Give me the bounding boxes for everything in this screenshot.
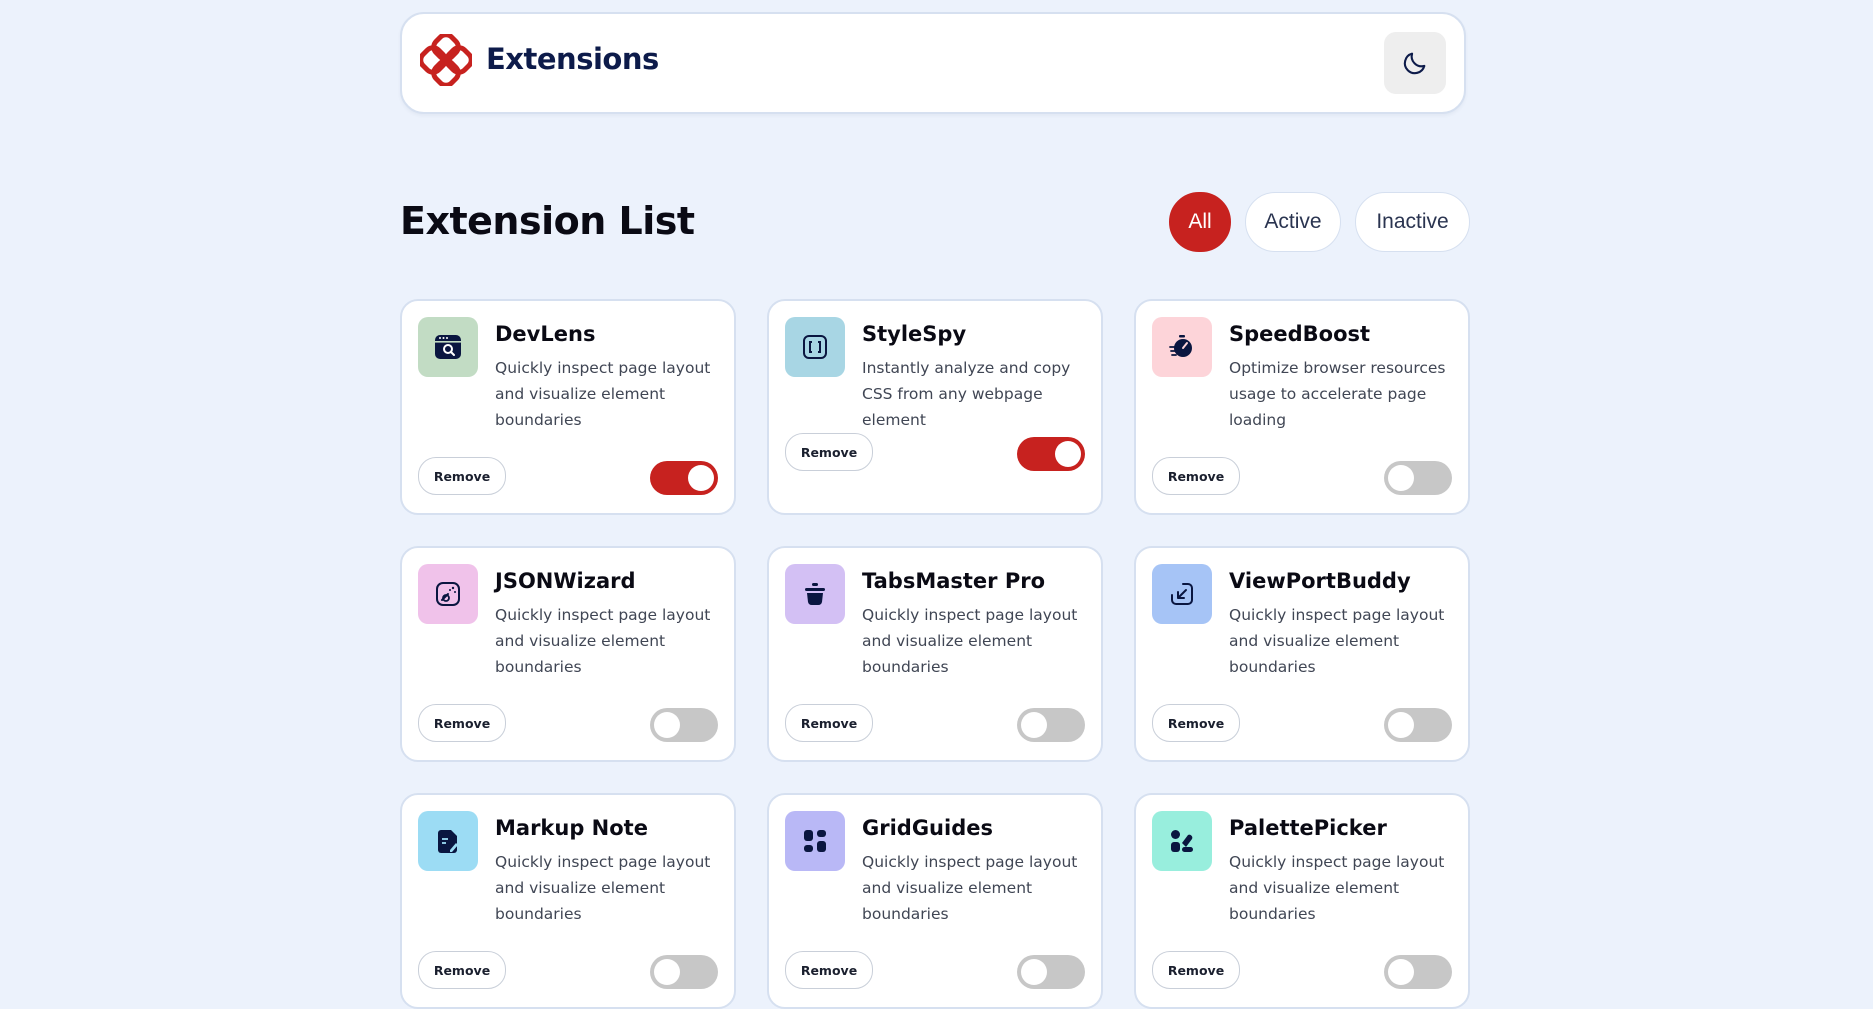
app-header: Extensions	[400, 12, 1466, 114]
extension-description: Instantly analyze and copy CSS from any …	[862, 359, 1071, 429]
filter-inactive-button[interactable]: Inactive	[1355, 192, 1470, 252]
extension-grid: DevLens Quickly inspect page layout and …	[400, 299, 1472, 1009]
extension-card: StyleSpy Instantly analyze and copy CSS …	[767, 299, 1103, 515]
theme-toggle-button[interactable]	[1384, 32, 1446, 94]
extension-name: GridGuides	[862, 816, 993, 840]
extension-description: Quickly inspect page layout and visualiz…	[862, 853, 1078, 923]
remove-button[interactable]: Remove	[418, 951, 506, 989]
active-toggle[interactable]	[1384, 461, 1452, 495]
toggle-knob	[1055, 441, 1081, 467]
remove-button[interactable]: Remove	[785, 704, 873, 742]
extension-name: StyleSpy	[862, 322, 967, 346]
remove-button[interactable]: Remove	[1152, 951, 1240, 989]
active-toggle[interactable]	[650, 708, 718, 742]
extension-name: DevLens	[495, 322, 596, 346]
remove-button[interactable]: Remove	[418, 704, 506, 742]
extension-name: PalettePicker	[1229, 816, 1387, 840]
toggle-knob	[1388, 712, 1414, 738]
palettepicker-icon	[1152, 811, 1212, 871]
extension-description: Quickly inspect page layout and visualiz…	[495, 359, 711, 429]
extension-list-title: Extension List	[400, 199, 695, 243]
extension-description: Quickly inspect page layout and visualiz…	[1229, 853, 1445, 923]
active-toggle[interactable]	[650, 955, 718, 989]
toggle-knob	[688, 465, 714, 491]
extension-description: Quickly inspect page layout and visualiz…	[495, 853, 711, 923]
active-toggle[interactable]	[1017, 437, 1085, 471]
filter-all-button[interactable]: All	[1169, 192, 1231, 252]
jsonwizard-icon	[418, 564, 478, 624]
extension-name: SpeedBoost	[1229, 322, 1371, 346]
filter-group: All Active Inactive	[1169, 192, 1470, 252]
extension-name: JSONWizard	[495, 569, 636, 593]
extension-card: PalettePicker Quickly inspect page layou…	[1134, 793, 1470, 1009]
extension-card: GridGuides Quickly inspect page layout a…	[767, 793, 1103, 1009]
active-toggle[interactable]	[1384, 708, 1452, 742]
gridguides-icon	[785, 811, 845, 871]
remove-button[interactable]: Remove	[785, 951, 873, 989]
markupnote-icon	[418, 811, 478, 871]
remove-button[interactable]: Remove	[418, 457, 506, 495]
extensions-logo-icon	[420, 34, 472, 86]
toggle-knob	[654, 712, 680, 738]
extension-description: Quickly inspect page layout and visualiz…	[862, 606, 1078, 676]
toggle-knob	[1021, 712, 1047, 738]
extension-card: JSONWizard Quickly inspect page layout a…	[400, 546, 736, 762]
filter-active-button[interactable]: Active	[1245, 192, 1341, 252]
toggle-knob	[1388, 465, 1414, 491]
active-toggle[interactable]	[1017, 955, 1085, 989]
speedboost-icon	[1152, 317, 1212, 377]
viewportbuddy-icon	[1152, 564, 1212, 624]
toggle-knob	[1021, 959, 1047, 985]
extension-card: Markup Note Quickly inspect page layout …	[400, 793, 736, 1009]
extension-description: Optimize browser resources usage to acce…	[1229, 359, 1446, 429]
extension-description: Quickly inspect page layout and visualiz…	[495, 606, 711, 676]
active-toggle[interactable]	[650, 461, 718, 495]
app-brand: Extensions	[486, 42, 659, 76]
extension-card: SpeedBoost Optimize browser resources us…	[1134, 299, 1470, 515]
extension-card: ViewPortBuddy Quickly inspect page layou…	[1134, 546, 1470, 762]
stylespy-icon	[785, 317, 845, 377]
extension-card: TabsMaster Pro Quickly inspect page layo…	[767, 546, 1103, 762]
extension-description: Quickly inspect page layout and visualiz…	[1229, 606, 1445, 676]
remove-button[interactable]: Remove	[1152, 704, 1240, 742]
remove-button[interactable]: Remove	[785, 433, 873, 471]
extension-name: TabsMaster Pro	[862, 569, 1046, 593]
tabsmaster-icon	[785, 564, 845, 624]
extension-name: ViewPortBuddy	[1229, 569, 1411, 593]
devlens-icon	[418, 317, 478, 377]
extension-name: Markup Note	[495, 816, 648, 840]
active-toggle[interactable]	[1017, 708, 1085, 742]
active-toggle[interactable]	[1384, 955, 1452, 989]
toggle-knob	[1388, 959, 1414, 985]
extension-card: DevLens Quickly inspect page layout and …	[400, 299, 736, 515]
remove-button[interactable]: Remove	[1152, 457, 1240, 495]
moon-icon	[1403, 52, 1426, 75]
toggle-knob	[654, 959, 680, 985]
